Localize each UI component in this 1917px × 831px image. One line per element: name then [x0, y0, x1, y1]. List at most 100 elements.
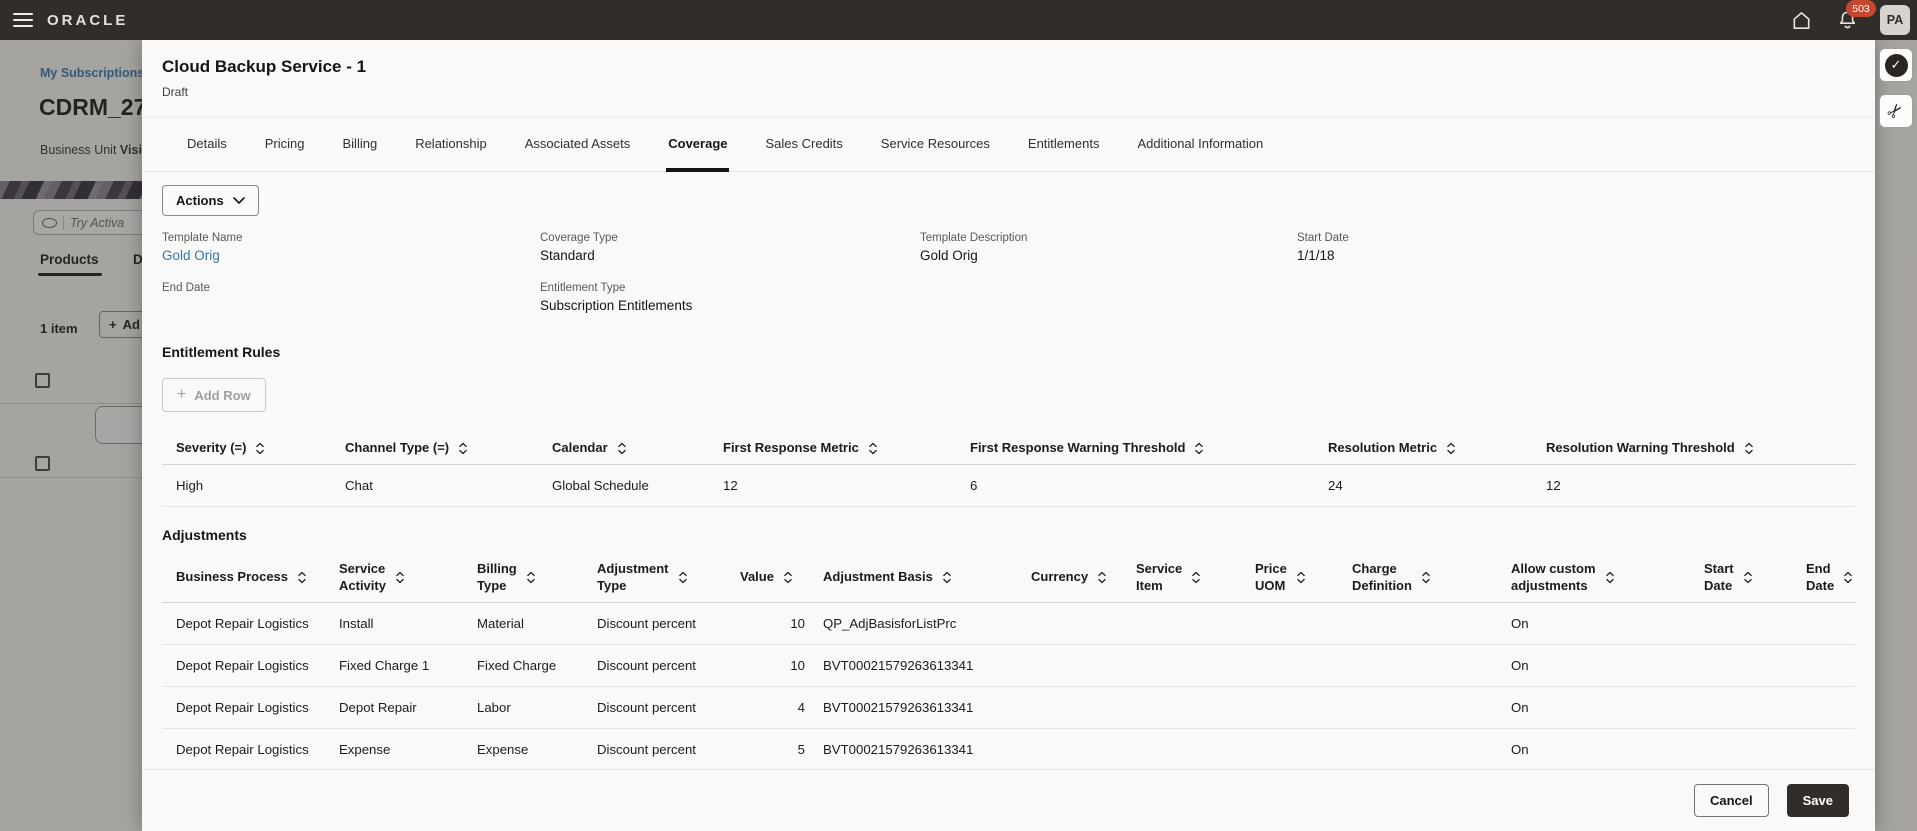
tab-billing[interactable]: Billing [341, 118, 380, 172]
column-header-calendar[interactable]: Calendar [538, 432, 709, 466]
column-header-channel-type[interactable]: Channel Type (=) [331, 432, 538, 466]
cell [1122, 602, 1241, 645]
actions-button[interactable]: Actions [162, 185, 259, 216]
column-header-first-response-metric[interactable]: First Response Metric [709, 432, 956, 466]
panel-header: Cloud Backup Service - 1 Draft [142, 40, 1875, 118]
column-header-billing-type[interactable]: Billing Type [463, 553, 583, 603]
field-value: Gold Orig [920, 248, 978, 263]
column-header-value[interactable]: Value [726, 553, 809, 603]
tab-coverage[interactable]: Coverage [666, 118, 730, 172]
column-header-end-date[interactable]: End Date [1792, 553, 1855, 603]
field-label: Entitlement Type [540, 282, 626, 294]
sort-icon[interactable] [1194, 442, 1204, 455]
tab-pricing[interactable]: Pricing [263, 118, 307, 172]
column-label: Currency [1031, 569, 1089, 585]
cell: Discount percent [583, 686, 726, 729]
template-name-link[interactable]: Gold Orig [162, 248, 540, 264]
cell: Depot Repair Logistics [162, 602, 325, 645]
sort-icon[interactable] [942, 571, 952, 584]
sort-icon[interactable] [678, 571, 688, 584]
sort-icon[interactable] [526, 571, 536, 584]
field-label: Template Name [162, 232, 243, 244]
table-row[interactable]: Depot Repair Logistics Fixed Charge 1 Fixe… [162, 644, 1855, 687]
table-row[interactable]: Depot Repair Logistics Install Material Dis… [162, 602, 1855, 645]
column-header-price-uom[interactable]: Price UOM [1241, 553, 1338, 603]
column-header-severity[interactable]: Severity (=) [162, 432, 331, 466]
column-header-adjustment-type[interactable]: Adjustment Type [583, 553, 726, 603]
column-header-allow-custom-adjustments[interactable]: Allow custom adjustments [1497, 553, 1690, 603]
home-icon[interactable] [1788, 7, 1814, 33]
sort-icon[interactable] [1605, 571, 1615, 584]
sort-icon[interactable] [1097, 571, 1107, 584]
tab-entitlements[interactable]: Entitlements [1026, 118, 1102, 172]
tab-service-resources[interactable]: Service Resources [879, 118, 992, 172]
tab-associated-assets[interactable]: Associated Assets [523, 118, 633, 172]
coverage-type-field: Coverage Type Standard [540, 232, 920, 264]
user-avatar[interactable]: PA [1880, 5, 1910, 35]
sort-icon[interactable] [1743, 571, 1753, 584]
column-header-start-date[interactable]: Start Date [1690, 553, 1792, 603]
cut-button[interactable]: ✂ [1879, 94, 1913, 128]
sort-icon[interactable] [1421, 571, 1431, 584]
template-name-field: Template Name Gold Orig [162, 232, 540, 264]
column-header-resolution-metric[interactable]: Resolution Metric [1314, 432, 1532, 466]
cell: Global Schedule [538, 464, 709, 508]
sort-icon[interactable] [1191, 571, 1201, 584]
sort-icon[interactable] [297, 571, 307, 584]
column-header-business-process[interactable]: Business Process [162, 553, 325, 603]
cell: Chat [331, 464, 538, 508]
cell [1241, 644, 1338, 687]
cell: Depot Repair [325, 686, 463, 729]
panel-footer: Cancel Save [142, 769, 1875, 831]
plus-icon: + [177, 386, 187, 403]
column-header-resolution-warning-threshold[interactable]: Resolution Warning Threshold [1532, 432, 1855, 466]
column-header-service-item[interactable]: Service Item [1122, 553, 1241, 603]
column-header-adjustment-basis[interactable]: Adjustment Basis [809, 553, 1017, 603]
sort-icon[interactable] [868, 442, 878, 455]
add-row-button[interactable]: + Add Row [162, 378, 266, 412]
save-button[interactable]: Save [1786, 784, 1849, 817]
tab-additional-information[interactable]: Additional Information [1135, 118, 1265, 172]
table-row[interactable]: Depot Repair Logistics Expense Expense Disc… [162, 728, 1855, 769]
table-row[interactable]: High Chat Global Schedule 12 6 24 12 [162, 464, 1855, 508]
cell [1690, 602, 1792, 645]
hamburger-menu-icon[interactable] [13, 13, 33, 27]
cell [1017, 728, 1122, 769]
sort-icon[interactable] [255, 442, 265, 455]
validate-button[interactable]: ✓ [1879, 48, 1913, 82]
sort-icon[interactable] [1843, 571, 1853, 584]
sort-icon[interactable] [395, 571, 405, 584]
cell: Discount percent [583, 602, 726, 645]
sort-icon[interactable] [458, 442, 468, 455]
column-header-charge-definition[interactable]: Charge Definition [1338, 553, 1497, 603]
sort-icon[interactable] [1296, 571, 1306, 584]
column-label: Charge Definition [1352, 561, 1412, 593]
column-label: Severity (=) [176, 440, 247, 455]
column-header-currency[interactable]: Currency [1017, 553, 1122, 603]
sort-icon[interactable] [1446, 442, 1456, 455]
tab-relationship[interactable]: Relationship [413, 118, 489, 172]
cancel-button[interactable]: Cancel [1693, 784, 1769, 817]
field-label: End Date [162, 282, 210, 294]
entitlement-rules-table: Severity (=) Channel Type (=) Calendar Firs… [162, 432, 1855, 508]
column-header-service-activity[interactable]: Service Activity [325, 553, 463, 603]
coverage-fields: Template Name Gold Orig Coverage Type St… [162, 232, 1855, 314]
panel-content: Actions Template Name Gold Orig Coverage… [142, 172, 1875, 769]
cell [1122, 644, 1241, 687]
column-header-first-response-warning-threshold[interactable]: First Response Warning Threshold [956, 432, 1314, 466]
cell: High [162, 464, 331, 508]
tab-details[interactable]: Details [185, 118, 229, 172]
cell: BVT00021579263613341 [809, 728, 1017, 769]
cell [1338, 644, 1497, 687]
table-row[interactable]: Depot Repair Logistics Depot Repair Labor D… [162, 686, 1855, 729]
column-label: First Response Warning Threshold [970, 440, 1186, 455]
start-date-field: Start Date 1/1/18 [1297, 232, 1855, 264]
sort-icon[interactable] [783, 571, 793, 584]
tab-sales-credits[interactable]: Sales Credits [763, 118, 844, 172]
sort-icon[interactable] [617, 442, 627, 455]
cell: Material [463, 602, 583, 645]
cell: 5 [726, 728, 809, 769]
sort-icon[interactable] [1744, 442, 1754, 455]
notifications-bell-icon[interactable]: 503 [1834, 0, 1876, 33]
cell: Expense [463, 728, 583, 769]
